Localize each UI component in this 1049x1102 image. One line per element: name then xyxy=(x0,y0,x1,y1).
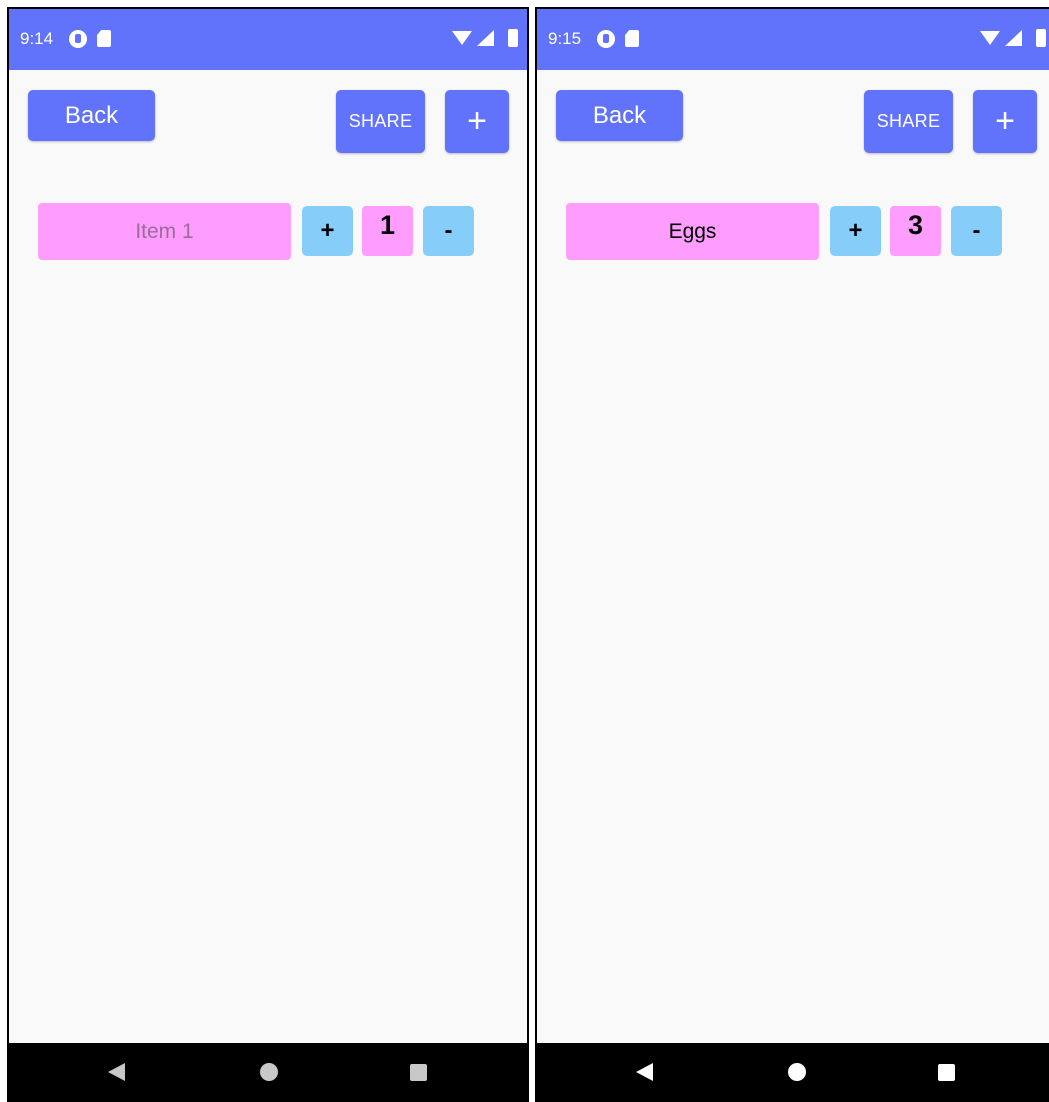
battery-icon xyxy=(1036,29,1046,47)
list-item: + 3 - xyxy=(537,203,1049,263)
status-bar: 9:14 xyxy=(9,9,527,70)
phone-screen-left: 9:14 Back SHARE + + 1 - xyxy=(7,7,529,1102)
item-name-input[interactable] xyxy=(566,203,819,260)
wifi-icon xyxy=(452,31,472,45)
nav-home-icon[interactable] xyxy=(788,1063,806,1081)
share-button[interactable]: SHARE xyxy=(864,90,953,153)
app-notification-icon xyxy=(69,30,87,48)
wifi-icon xyxy=(980,31,1000,45)
add-item-button[interactable]: + xyxy=(445,90,509,153)
share-button[interactable]: SHARE xyxy=(336,90,425,153)
nav-back-icon[interactable] xyxy=(108,1063,125,1081)
nav-back-icon[interactable] xyxy=(636,1063,653,1081)
signal-icon xyxy=(1005,30,1022,46)
back-button[interactable]: Back xyxy=(556,90,683,141)
nav-home-icon[interactable] xyxy=(260,1063,278,1081)
sd-card-icon xyxy=(625,30,639,47)
decrement-button[interactable]: - xyxy=(423,206,474,256)
app-notification-icon xyxy=(597,30,615,48)
navigation-bar xyxy=(537,1043,1049,1100)
item-name-input[interactable] xyxy=(38,203,291,260)
battery-icon xyxy=(508,29,518,47)
nav-recents-icon[interactable] xyxy=(410,1064,427,1081)
sd-card-icon xyxy=(97,30,111,47)
back-button[interactable]: Back xyxy=(28,90,155,141)
list-item: + 1 - xyxy=(9,203,527,263)
quantity-value: 3 xyxy=(890,206,941,256)
phone-screen-right: 9:15 Back SHARE + + 3 - xyxy=(535,7,1049,1102)
status-bar: 9:15 xyxy=(537,9,1049,70)
status-time: 9:15 xyxy=(548,29,582,48)
add-item-button[interactable]: + xyxy=(973,90,1037,153)
status-time: 9:14 xyxy=(20,29,54,48)
increment-button[interactable]: + xyxy=(302,206,353,256)
increment-button[interactable]: + xyxy=(830,206,881,256)
decrement-button[interactable]: - xyxy=(951,206,1002,256)
nav-recents-icon[interactable] xyxy=(938,1064,955,1081)
quantity-value: 1 xyxy=(362,206,413,256)
signal-icon xyxy=(477,30,494,46)
navigation-bar xyxy=(9,1043,527,1100)
